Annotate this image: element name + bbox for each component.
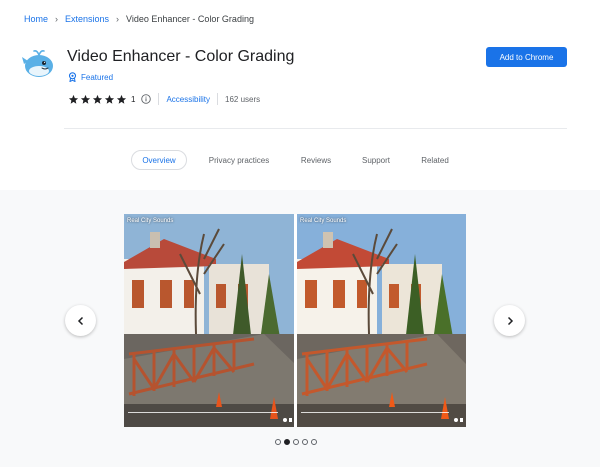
divider (158, 93, 160, 105)
tab-related[interactable]: Related (417, 150, 453, 170)
divider (217, 93, 219, 105)
star-icon (92, 94, 103, 104)
page-title: Video Enhancer - Color Grading (67, 48, 295, 65)
chevron-right-icon: › (116, 14, 120, 24)
video-caption: Real City Sounds (300, 218, 347, 224)
breadcrumb-current: Video Enhancer - Color Grading (126, 14, 254, 24)
carousel-dot[interactable] (311, 439, 317, 445)
rating-stars (68, 94, 128, 105)
featured-badge-icon (68, 72, 77, 82)
street-scene-image (124, 214, 295, 427)
street-scene-image (297, 214, 466, 427)
header-divider (64, 128, 567, 129)
meta-row: 1 Accessibility 162 users (68, 93, 260, 105)
info-icon[interactable] (141, 94, 152, 104)
screenshot-gallery: Real City Sounds Real City Sounds (0, 190, 600, 467)
screenshot-after[interactable]: Real City Sounds (297, 214, 466, 427)
breadcrumb: Home › Extensions › Video Enhancer - Col… (24, 14, 254, 24)
tab-support[interactable]: Support (357, 150, 395, 170)
chevron-right-icon (507, 316, 513, 325)
breadcrumb-home[interactable]: Home (24, 14, 48, 24)
carousel-dot[interactable] (284, 439, 290, 445)
star-icon (68, 94, 79, 104)
whale-logo-icon (22, 50, 53, 77)
category-link[interactable]: Accessibility (166, 95, 210, 104)
tab-privacy-practices[interactable]: Privacy practices (203, 150, 275, 170)
video-caption: Real City Sounds (127, 218, 174, 224)
tab-reviews[interactable]: Reviews (296, 150, 336, 170)
star-icon (116, 94, 127, 104)
tab-overview[interactable]: Overview (131, 150, 187, 170)
add-to-chrome-button[interactable]: Add to Chrome (486, 47, 567, 67)
chevron-right-icon: › (55, 14, 59, 24)
featured-label: Featured (81, 72, 114, 82)
carousel-indicators (275, 439, 320, 445)
star-icon (104, 94, 115, 104)
screenshot-before[interactable]: Real City Sounds (124, 214, 295, 427)
rating-count: 1 (131, 94, 136, 104)
tab-bar: Overview Privacy practices Reviews Suppo… (0, 150, 600, 170)
carousel-dot[interactable] (293, 439, 299, 445)
breadcrumb-extensions[interactable]: Extensions (65, 14, 109, 24)
previous-button[interactable] (65, 305, 96, 336)
user-count: 162 users (225, 94, 261, 104)
featured-badge[interactable]: Featured (68, 72, 113, 82)
star-icon (80, 94, 91, 104)
chevron-left-icon (77, 316, 83, 325)
carousel-dot[interactable] (302, 439, 308, 445)
next-button[interactable] (494, 305, 525, 336)
carousel-dot[interactable] (275, 439, 281, 445)
